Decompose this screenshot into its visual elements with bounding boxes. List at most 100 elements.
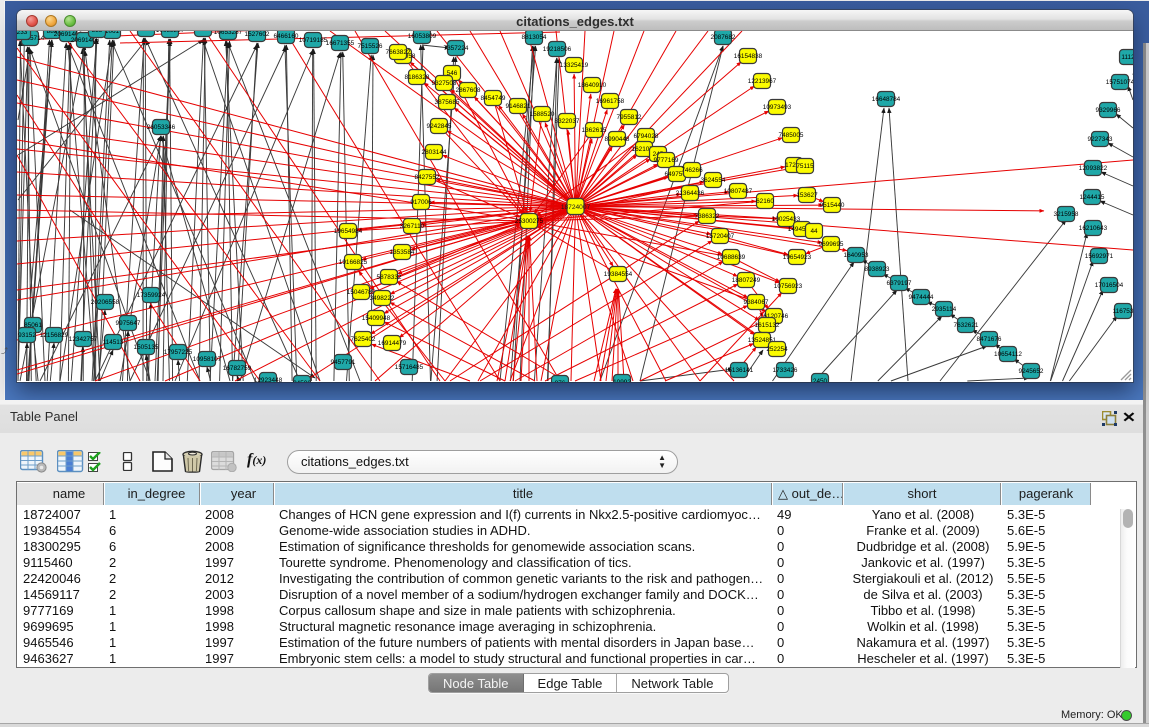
svg-text:10958107: 10958107 — [193, 356, 222, 363]
svg-text:3267110: 3267110 — [400, 223, 425, 230]
svg-text:153627: 153627 — [796, 192, 818, 199]
svg-text:8454749: 8454749 — [481, 95, 506, 102]
svg-text:15716485: 15716485 — [395, 364, 424, 371]
svg-text:1353584: 1353584 — [390, 249, 415, 256]
svg-text:10654112: 10654112 — [994, 351, 1022, 358]
svg-text:7515526: 7515526 — [358, 43, 383, 50]
svg-text:9699695: 9699695 — [819, 241, 844, 248]
svg-text:7386322: 7386322 — [695, 213, 720, 220]
svg-text:12923448: 12923448 — [254, 377, 283, 382]
svg-text:1733426: 1733426 — [773, 367, 798, 374]
svg-text:16154838: 16154838 — [734, 53, 763, 60]
svg-text:9474444: 9474444 — [909, 294, 934, 301]
svg-text:1112: 1112 — [1121, 54, 1133, 61]
svg-text:1615132: 1615132 — [755, 322, 780, 329]
svg-text:9777169: 9777169 — [654, 157, 679, 164]
svg-text:19166825: 19166825 — [339, 259, 368, 266]
svg-text:9327508: 9327508 — [432, 80, 457, 87]
svg-text:9245652: 9245652 — [1019, 368, 1044, 375]
svg-text:1527602: 1527602 — [245, 31, 270, 38]
svg-text:20691406: 20691406 — [71, 37, 100, 44]
svg-text:10653287: 10653287 — [156, 31, 185, 34]
svg-text:15751074: 15751074 — [1106, 79, 1133, 86]
svg-text:1362615: 1362615 — [582, 127, 607, 134]
svg-text:1588520: 1588520 — [530, 111, 555, 118]
svg-text:6466160: 6466160 — [274, 33, 299, 40]
svg-text:8471676: 8471676 — [977, 336, 1002, 343]
svg-text:252254: 252254 — [766, 346, 788, 353]
svg-text:3215958: 3215958 — [1054, 211, 1079, 218]
svg-text:7103: 7103 — [196, 31, 211, 33]
svg-text:3498222: 3498222 — [370, 295, 395, 302]
svg-text:7955812: 7955812 — [617, 114, 642, 121]
svg-text:12093822: 12093822 — [1079, 165, 1108, 172]
svg-text:9329966: 9329966 — [1096, 107, 1121, 114]
svg-text:7485005: 7485005 — [779, 132, 804, 139]
svg-text:2450: 2450 — [813, 378, 828, 382]
svg-text:21364436: 21364436 — [676, 190, 705, 197]
svg-text:18807249: 18807249 — [732, 277, 761, 284]
svg-text:917006: 917006 — [410, 199, 432, 206]
svg-text:19218506: 19218506 — [543, 46, 572, 53]
svg-text:2803144: 2803144 — [422, 149, 447, 156]
svg-text:16914479: 16914479 — [378, 340, 407, 347]
svg-text:116753: 116753 — [1113, 308, 1133, 315]
svg-text:8427552: 8427552 — [415, 174, 440, 181]
svg-text:6379197: 6379197 — [887, 280, 912, 287]
svg-text:16782759: 16782759 — [223, 365, 252, 372]
svg-text:16053809: 16053809 — [408, 33, 437, 40]
svg-text:8938923: 8938923 — [865, 266, 890, 273]
svg-text:746266: 746266 — [681, 167, 703, 174]
svg-text:19654923: 19654923 — [783, 254, 812, 261]
svg-text:7357224: 7357224 — [444, 45, 469, 52]
svg-text:2087682: 2087682 — [711, 34, 736, 41]
svg-text:2867608: 2867608 — [456, 87, 481, 94]
svg-text:8813054: 8813054 — [522, 34, 547, 41]
svg-text:9227343: 9227343 — [1088, 136, 1113, 143]
svg-text:12342757: 12342757 — [69, 336, 98, 343]
svg-text:3875685: 3875685 — [435, 99, 460, 106]
svg-text:94506: 94506 — [293, 380, 311, 382]
svg-text:15136141: 15136141 — [725, 367, 754, 374]
svg-text:75115: 75115 — [796, 163, 814, 170]
svg-text:17359924: 17359924 — [137, 292, 166, 299]
svg-text:15409948: 15409948 — [362, 315, 391, 322]
svg-text:9242845: 9242845 — [427, 123, 452, 130]
svg-text:9146821: 9146821 — [506, 103, 531, 110]
svg-text:7663822: 7663822 — [386, 49, 411, 56]
svg-text:1640953: 1640953 — [844, 252, 869, 259]
svg-text:8186328: 8186328 — [405, 74, 430, 81]
svg-text:13325419: 13325419 — [560, 62, 589, 69]
svg-text:8322037: 8322037 — [555, 118, 580, 125]
svg-text:876: 876 — [555, 380, 566, 382]
svg-text:10688639: 10688639 — [717, 254, 746, 261]
svg-text:93152: 93152 — [18, 332, 36, 339]
svg-text:15692971: 15692971 — [1085, 253, 1114, 260]
svg-text:16210643: 16210643 — [1079, 225, 1108, 232]
svg-text:16671355: 16671355 — [326, 40, 355, 47]
svg-text:18640910: 18640910 — [578, 82, 607, 89]
svg-text:9457791: 9457791 — [331, 359, 356, 366]
svg-text:16961758: 16961758 — [596, 98, 625, 105]
svg-text:16059: 16059 — [137, 31, 155, 33]
svg-text:44: 44 — [810, 228, 818, 235]
svg-text:20206558: 20206558 — [91, 299, 120, 306]
svg-text:17016504: 17016504 — [1095, 282, 1124, 289]
svg-text:9975647: 9975647 — [116, 320, 141, 327]
svg-text:17957225: 17957225 — [164, 349, 193, 356]
svg-text:10756923: 10756923 — [774, 283, 803, 290]
svg-text:114513: 114513 — [103, 339, 124, 346]
svg-text:3624554: 3624554 — [701, 177, 726, 184]
svg-text:19384554: 19384554 — [604, 271, 633, 278]
svg-text:12156829: 12156829 — [40, 332, 69, 339]
svg-text:10973493: 10973493 — [763, 104, 792, 111]
svg-text:18724007: 18724007 — [561, 204, 591, 211]
svg-text:16648784: 16648784 — [872, 96, 901, 103]
svg-text:1244415: 1244415 — [1080, 194, 1105, 201]
svg-text:1505135: 1505135 — [134, 344, 159, 351]
svg-text:7625402: 7625402 — [351, 336, 376, 343]
svg-text:555: 555 — [92, 31, 103, 34]
svg-text:2935114: 2935114 — [932, 306, 957, 313]
svg-text:15720407: 15720407 — [706, 233, 735, 240]
svg-text:7632621: 7632621 — [954, 322, 979, 329]
